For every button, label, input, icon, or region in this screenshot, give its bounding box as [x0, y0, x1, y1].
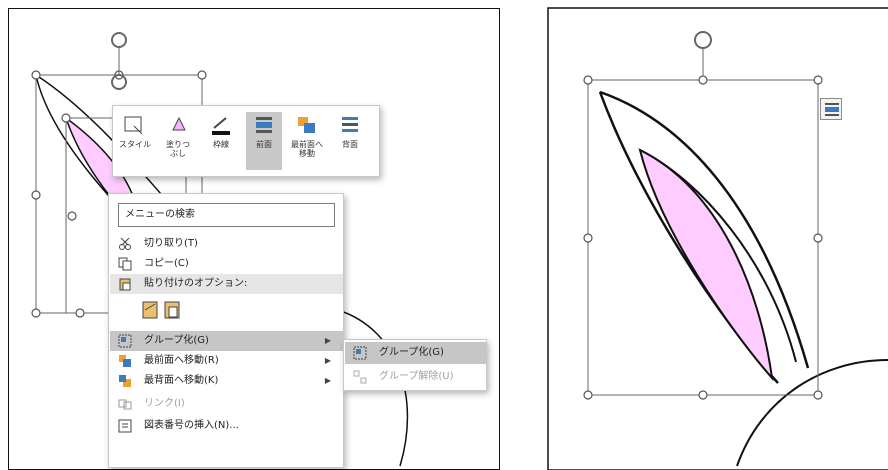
- bring-to-front-icon: [118, 354, 132, 368]
- send-to-back-icon: [118, 374, 132, 388]
- layout-options-icon[interactable]: [820, 98, 842, 120]
- group-icon: [353, 346, 367, 360]
- menu-item-group[interactable]: グループ化(G) ▶: [110, 331, 343, 351]
- group-submenu: グループ化(G) グループ解除(U): [343, 339, 487, 391]
- rotate-handle-icon-right[interactable]: [694, 31, 712, 49]
- menu-item-bring-to-front[interactable]: 最前面へ移動(R) ▶: [110, 351, 343, 371]
- submenu-arrow-icon: ▶: [324, 376, 331, 385]
- fill-icon: [165, 114, 191, 136]
- bring-to-front-icon: [294, 114, 320, 136]
- copy-icon: [118, 257, 132, 271]
- send-backward-label: 背面: [342, 140, 358, 149]
- submenu-arrow-icon: ▶: [324, 336, 331, 345]
- paste-option-icons[interactable]: [139, 298, 199, 324]
- menu-item-link[interactable]: リンク(I): [110, 394, 343, 414]
- body-shape-right: [736, 359, 888, 467]
- menu-item-insert-caption[interactable]: 図表番号の挿入(N)...: [110, 416, 343, 436]
- bring-forward-button[interactable]: 前面: [246, 112, 282, 170]
- menu-search-input[interactable]: メニューの検索: [118, 203, 335, 227]
- bring-to-front-button[interactable]: 最前面へ 移動: [289, 112, 325, 170]
- scissors-icon: [118, 237, 132, 251]
- link-icon: [118, 397, 132, 411]
- send-backward-button[interactable]: 背面: [332, 112, 368, 170]
- group-icon: [118, 334, 132, 348]
- fill-button[interactable]: 塗りつ ぶし: [160, 112, 196, 170]
- context-menu: メニューの検索 切り取り(T) コピー(C) 貼り付けのオプション: グループ化…: [108, 193, 344, 468]
- menu-item-paste-options: 貼り付けのオプション:: [110, 274, 343, 294]
- submenu-item-ungroup[interactable]: グループ解除(U): [345, 366, 486, 388]
- bring-forward-label: 前面: [256, 140, 272, 149]
- paste-icon: [118, 277, 132, 291]
- bring-forward-icon: [251, 114, 277, 136]
- menu-item-copy[interactable]: コピー(C): [110, 254, 343, 274]
- outline-icon: [208, 114, 234, 136]
- send-backward-icon: [337, 114, 363, 136]
- style-button[interactable]: スタイル: [117, 112, 153, 170]
- style-label: スタイル: [119, 140, 151, 149]
- style-icon: [122, 114, 148, 136]
- outline-button[interactable]: 枠線: [203, 112, 239, 170]
- fill-label: 塗りつ ぶし: [165, 140, 191, 158]
- bring-to-front-label: 最前面へ 移動: [291, 140, 323, 158]
- menu-item-send-to-back[interactable]: 最背面へ移動(K) ▶: [110, 371, 343, 391]
- mini-toolbar: スタイル 塗りつ ぶし 枠線 前面 最前面へ 移動 背面: [112, 105, 380, 177]
- caption-icon: [118, 419, 132, 433]
- submenu-arrow-icon: ▶: [324, 356, 331, 365]
- outline-label: 枠線: [213, 140, 229, 149]
- inner-ear-shape-right[interactable]: [638, 148, 774, 382]
- menu-item-cut[interactable]: 切り取り(T): [110, 234, 343, 254]
- submenu-item-group[interactable]: グループ化(G): [345, 342, 486, 364]
- ungroup-icon: [353, 370, 367, 384]
